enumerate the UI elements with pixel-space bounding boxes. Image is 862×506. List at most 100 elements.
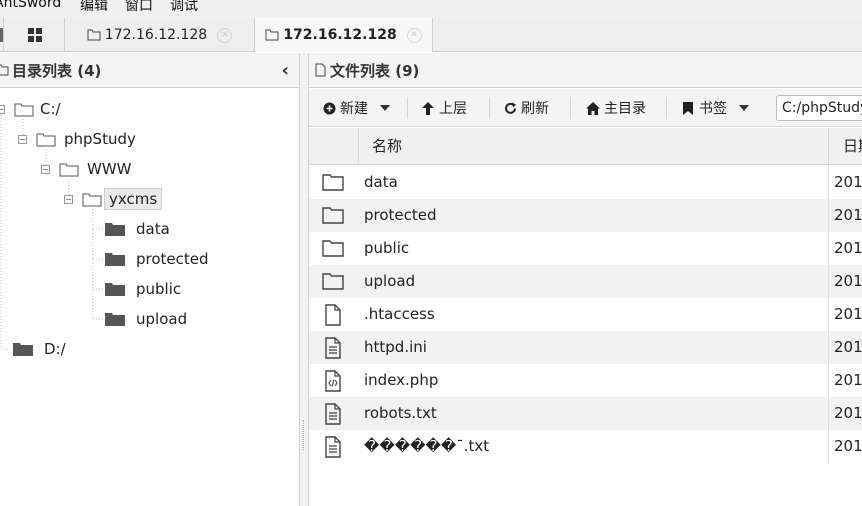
file-row[interactable]: upload 2019 [309,265,862,298]
file-name: .htaccess [359,298,829,331]
tab-shell-2[interactable]: 172.16.12.128 ✕ [255,18,433,52]
home-icon [0,28,3,42]
folder-outline-icon [36,133,56,146]
tab-home[interactable] [0,18,4,52]
tab-shell-1[interactable]: 172.16.12.128 ✕ [65,18,255,52]
menu-window[interactable]: 窗口 [125,0,153,15]
folder-filled-icon [105,313,125,326]
tree-node-upload[interactable]: upload [104,307,191,331]
tab-grid[interactable] [5,18,65,52]
file-outline-icon [315,63,326,77]
file-row[interactable]: httpd.ini 2013 [309,331,862,364]
folder-filled-icon [105,253,125,266]
tree-node-yxcms[interactable]: − yxcms [64,187,163,211]
caret-down-icon [739,105,749,111]
refresh-icon [505,102,516,114]
tree-label: protected [136,250,209,268]
tab-close-icon[interactable]: ✕ [406,27,422,43]
tree-label: C:/ [40,100,61,118]
home-dir-label: 主目录 [604,101,646,117]
arrow-up-icon [422,101,434,115]
name-column-header[interactable]: 名称 [359,128,829,165]
plus-circle-icon [323,102,336,114]
new-button-label: 新建 [340,101,368,117]
tree-node-d[interactable]: D:/ [12,337,70,361]
collapse-minus-icon[interactable]: − [64,194,73,204]
toolbar-divider [570,97,571,119]
file-date: 2013 [834,437,862,455]
bookmark-icon [683,101,693,115]
folder-outline-icon [82,193,102,206]
file-date: 2013 [834,338,862,356]
tree-node-phpstudy[interactable]: − phpStudy [18,127,140,151]
tree-node-public[interactable]: public [104,277,185,301]
directory-pane-title: 目录列表 (4) [12,61,102,80]
file-grid-header: 名称 日期 [309,128,862,165]
collapse-minus-icon[interactable]: − [18,134,27,144]
menu-debug[interactable]: 调试 [170,0,198,15]
file-toolbar: 新建 上层 刷新 主目录 书签 C:/phpStudy [309,89,862,127]
tree-node-c[interactable]: − C:/ [0,97,65,121]
file-date: 2019 [834,272,862,290]
folder-icon [321,172,345,194]
menu-antsword[interactable]: AntSword [0,0,61,11]
file-name: protected [359,199,829,232]
collapse-chevron-icon[interactable]: ‹ [282,60,289,81]
tab-close-icon[interactable]: ✕ [217,27,233,43]
collapse-minus-icon[interactable]: − [41,164,50,174]
folder-outline-icon [87,29,101,41]
tab-label: 172.16.12.128 [283,27,397,43]
refresh-button[interactable]: 刷新 [504,89,549,127]
file-name: ������ˉ.txt [359,430,829,463]
parent-dir-button[interactable]: 上层 [422,89,467,127]
toolbar-divider [666,97,667,119]
file-row[interactable]: .htaccess 2013 [309,298,862,331]
home-dir-button[interactable]: 主目录 [586,89,646,127]
folder-outline-icon [0,64,9,76]
directory-pane-header: 目录列表 (4) ‹ [0,53,299,88]
tab-label: 172.16.12.128 [104,27,208,43]
file-row[interactable]: robots.txt 2013 [309,397,862,430]
file-row[interactable]: protected 2019 [309,199,862,232]
file-row[interactable]: data 2019 [309,166,862,199]
toolbar-divider [489,97,490,119]
caret-down-icon [380,105,390,111]
directory-pane: 目录列表 (4) ‹ − C:/ − phpStudy − WWW − yxcm… [0,53,300,506]
grid-icon [27,28,42,42]
new-button[interactable]: 新建 [323,89,390,127]
collapse-minus-icon[interactable]: − [0,104,5,114]
file-name: public [359,232,829,265]
menu-bar: AntSword 编辑 窗口 调试 [0,0,862,18]
file-row[interactable]: public 2019 [309,232,862,265]
folder-filled-icon [13,343,33,356]
tree-node-data[interactable]: data [104,217,174,241]
file-date: 2019 [834,206,862,224]
path-input[interactable] [776,95,862,121]
toolbar-divider [407,97,408,119]
bookmarks-button[interactable]: 书签 [683,89,749,127]
menu-edit[interactable]: 编辑 [80,0,108,15]
file-row[interactable]: ������ˉ.txt 2013 [309,430,862,463]
tree-node-www[interactable]: − WWW [41,157,136,181]
tree-label: data [136,220,170,238]
file-date: 2013 [834,371,862,389]
file-icon [321,304,345,326]
text-file-icon [321,337,345,359]
tab-bar: 172.16.12.128 ✕ 172.16.12.128 ✕ [0,18,862,52]
folder-filled-icon [105,283,125,296]
file-date: 2013 [834,305,862,323]
tree-label: D:/ [44,340,66,358]
tree-node-protected[interactable]: protected [104,247,213,271]
splitter-grip-icon [303,420,305,450]
tree-label: phpStudy [64,130,136,148]
folder-outline-icon [265,29,279,41]
file-name: data [359,166,829,199]
date-column-header[interactable]: 日期 [830,128,862,165]
refresh-label: 刷新 [521,101,549,117]
text-file-icon [321,436,345,458]
icon-column-header[interactable] [309,128,359,165]
file-row[interactable]: index.php 2013 [309,364,862,397]
file-name: upload [359,265,829,298]
folder-icon [321,238,345,260]
folder-icon [321,205,345,227]
